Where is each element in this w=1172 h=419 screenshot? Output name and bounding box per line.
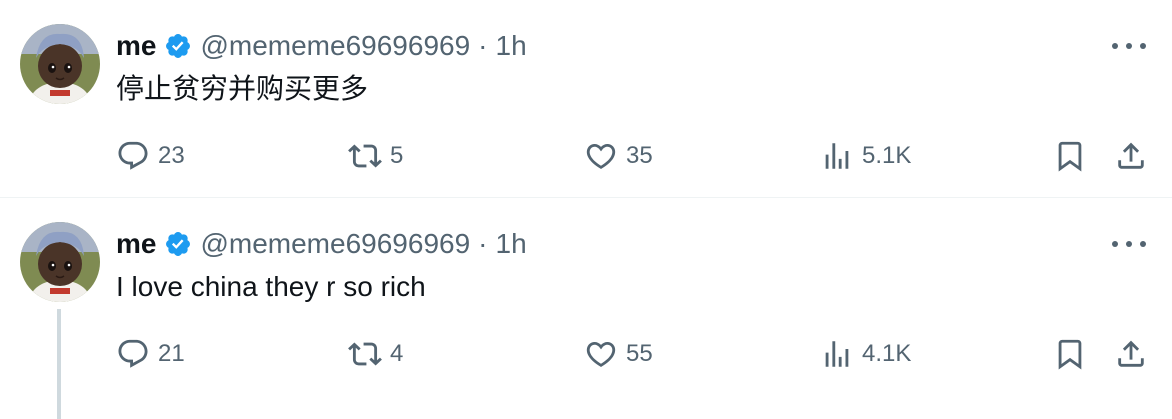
tweet-actions: 23 5 35 5.1K [0,136,1172,176]
retweet-button[interactable]: 4 [348,334,403,374]
bookmark-button[interactable] [1053,136,1087,176]
retweet-icon [348,144,382,168]
verified-badge-icon [164,32,192,60]
view-count: 4.1K [862,340,912,367]
retweet-button[interactable]: 5 [348,136,403,176]
share-button[interactable] [1114,136,1148,176]
more-icon[interactable] [1112,232,1146,256]
author-handle[interactable]: @mememe69696969 [200,30,470,62]
like-icon [586,143,616,169]
like-button[interactable]: 55 [584,334,653,374]
retweet-count: 5 [390,142,404,169]
verified-badge-icon [164,230,192,258]
author-name[interactable]: me [116,228,156,260]
reply-button[interactable]: 21 [116,334,185,374]
tweet[interactable]: me @mememe69696969 · 1h 停止贫穷并购买更多 23 5 3… [0,0,1172,198]
like-button[interactable]: 35 [584,136,653,176]
separator: · [478,30,488,61]
reply-count: 21 [158,340,185,367]
share-icon [1118,340,1144,367]
views-button[interactable]: 4.1K [820,334,911,374]
tweet-text: 停止贫穷并购买更多 [116,73,369,104]
avatar[interactable] [20,24,100,104]
author-handle[interactable]: @mememe69696969 [200,228,470,260]
like-count: 35 [626,142,653,169]
views-button[interactable]: 5.1K [820,136,911,176]
more-icon[interactable] [1112,34,1146,58]
reply-button[interactable]: 23 [116,136,185,176]
like-icon [586,341,616,367]
reply-icon [118,339,148,368]
bookmark-icon [1058,141,1082,172]
author-name[interactable]: me [116,30,156,62]
view-count: 5.1K [862,142,912,169]
bookmark-button[interactable] [1053,334,1087,374]
retweet-icon [348,342,382,366]
views-icon [825,143,849,169]
share-icon [1118,142,1144,169]
tweet[interactable]: me @mememe69696969 · 1h I love china the… [0,198,1172,419]
tweet-header: me @mememe69696969 · 1h [116,30,527,62]
like-count: 55 [626,340,653,367]
reply-count: 23 [158,142,185,169]
timestamp[interactable]: 1h [496,30,527,62]
tweet-text: I love china they r so rich [116,271,426,302]
bookmark-icon [1058,339,1082,370]
share-button[interactable] [1114,334,1148,374]
tweet-actions: 21 4 55 4.1K [0,334,1172,374]
reply-icon [118,141,148,170]
avatar[interactable] [20,222,100,302]
tweet-header: me @mememe69696969 · 1h [116,228,527,260]
separator: · [478,228,488,259]
views-icon [825,341,849,367]
timestamp[interactable]: 1h [496,228,527,260]
retweet-count: 4 [390,340,404,367]
